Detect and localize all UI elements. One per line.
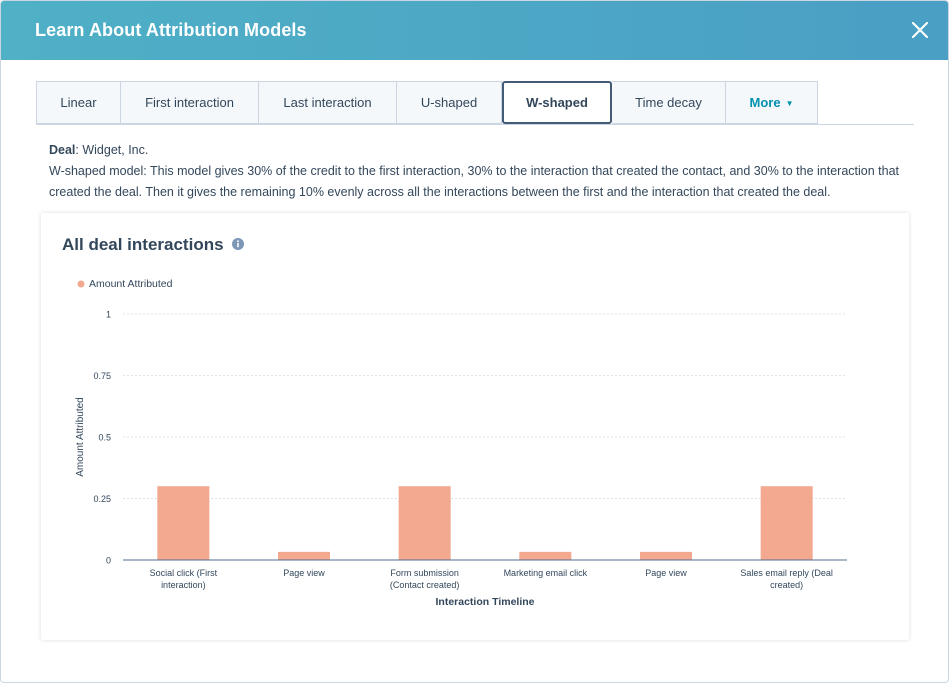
modal-header: Learn About Attribution Models [1,1,948,60]
deal-line: Deal: Widget, Inc. [49,140,919,161]
tab-label: First interaction [145,95,234,110]
bar [157,486,210,560]
modal-title: Learn About Attribution Models [35,20,307,40]
deal-label: Deal [49,143,76,157]
model-tabs: Linear First interaction Last interactio… [36,81,914,125]
tab-label: Linear [60,95,97,110]
bar [278,551,330,560]
x-tick-label: Form submission [390,568,459,578]
bar [760,486,813,560]
description-text: W-shaped model: This model gives 30% of … [49,164,900,199]
attribution-modal: Learn About Attribution Models Linear Fi… [0,0,949,683]
x-axis-title: Interaction Timeline [436,596,535,608]
tab-last-interaction[interactable]: Last interaction [259,81,397,124]
y-tick-label: 0.25 [93,494,111,504]
x-tick-label: Marketing email click [504,568,588,578]
legend-label: Amount Attributed [89,278,173,290]
tab-u-shaped[interactable]: U-shaped [397,81,502,124]
x-tick-label: interaction) [161,580,206,590]
tab-first-interaction[interactable]: First interaction [121,81,259,124]
close-icon[interactable] [908,18,932,42]
x-tick-label: Sales email reply (Deal [740,568,833,578]
y-tick-label: 0 [106,556,111,566]
legend-marker [77,280,85,288]
deal-value: : Widget, Inc. [75,143,149,157]
y-axis-title: Amount Attributed [75,397,86,477]
y-tick-label: 0.5 [98,433,111,443]
x-tick-label: Page view [283,568,325,578]
tab-label: W-shaped [526,95,588,110]
y-tick-label: 1 [106,310,111,320]
tab-more-dropdown[interactable]: More ▼ [726,81,818,124]
tab-linear[interactable]: Linear [36,81,121,124]
x-tick-label: Social click (First [150,568,218,578]
bar-chart: Amount Attributed 0 0.25 0.5 0.75 1 Social cli… [75,278,847,608]
chart-card: All deal interactions Amount Attributed 0… [41,213,909,640]
x-tick-label: (Contact created) [390,580,460,590]
bar [398,486,451,560]
x-tick-label: created) [770,580,803,590]
model-description: Deal: Widget, Inc. W-shaped model: This … [49,140,919,203]
y-tick-label: 0.75 [93,371,111,381]
tab-label: Time decay [635,95,702,110]
bar [519,551,572,560]
tab-label: Last interaction [283,95,372,110]
tab-time-decay[interactable]: Time decay [612,81,726,124]
tab-w-shaped[interactable]: W-shaped [502,81,612,124]
tab-label: U-shaped [420,95,478,110]
tab-label: More [749,95,781,110]
bar [640,551,692,560]
x-tick-label: Page view [645,568,687,578]
chevron-down-icon: ▼ [785,98,794,108]
